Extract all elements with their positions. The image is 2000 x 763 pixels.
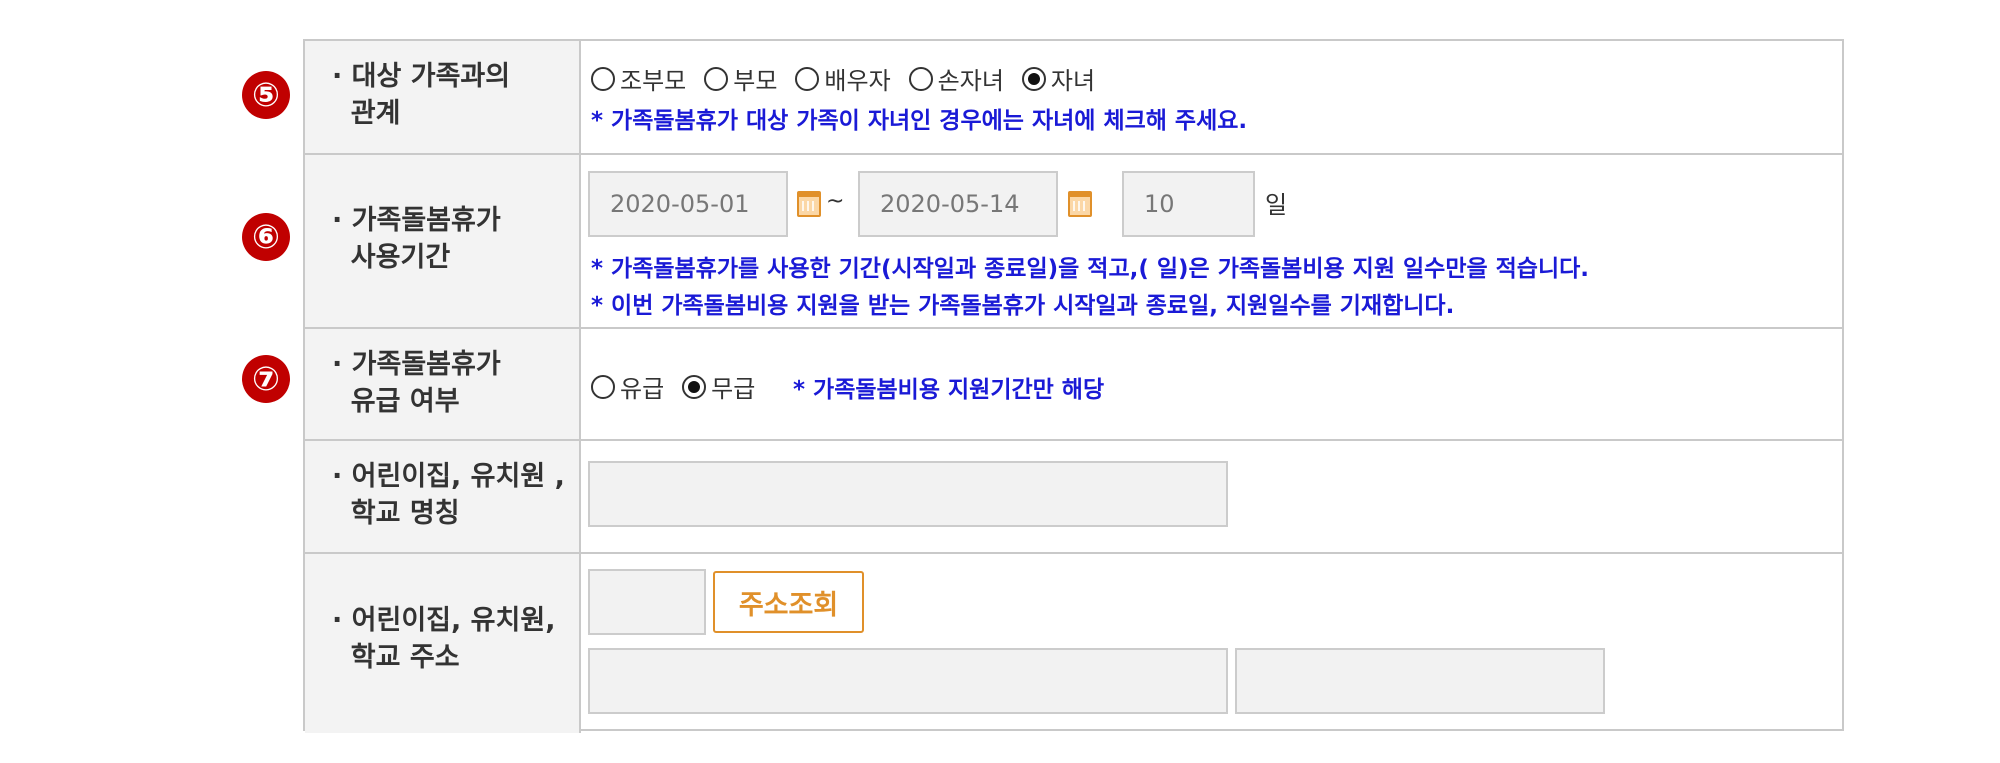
end-date-input[interactable]: 2020-05-14 — [858, 171, 1058, 237]
row-cell-school-name — [581, 441, 1842, 554]
radio-label-children: 자녀 — [1050, 67, 1096, 95]
row-cell-school-address: 주소조회 — [581, 554, 1842, 733]
date-separator: ~ — [826, 189, 845, 214]
days-unit-label: 일 — [1265, 191, 1288, 219]
address-line1-input[interactable] — [588, 648, 1228, 714]
row-cell-period: 2020-05-01 ~ 2020-05-14 10 일 * 가족돌봄휴가를 사… — [581, 155, 1842, 329]
radio-paid[interactable]: 유급 — [591, 369, 664, 404]
radio-spouse[interactable]: 배우자 — [795, 61, 891, 96]
school-address-label: · 어린이집, 유치원, 학교 주소 — [332, 605, 556, 673]
radio-label-parents: 부모 — [733, 67, 778, 95]
radio-circle-children-selected — [1021, 66, 1046, 91]
radio-circle-grandparents — [591, 66, 615, 91]
row-paid: · 가족돌봄휴가 유급 여부 유급 무급 * 가족돌봄비용 지원기간만 해당 — [305, 327, 1842, 441]
period-label: · 가족돌봄휴가 사용기간 — [332, 205, 501, 273]
radio-label-grandparents: 조부모 — [620, 67, 687, 95]
address-line2-input[interactable] — [1235, 648, 1605, 714]
radio-label-grandchildren: 손자녀 — [937, 67, 1004, 95]
marker-6: ⑥ — [242, 213, 290, 261]
period-note-1: * 가족돌봄휴가를 사용한 기간(시작일과 종료일)을 적고,( 일)은 가족돌… — [591, 256, 1590, 282]
zipcode-input[interactable] — [588, 569, 706, 635]
radio-label-spouse: 배우자 — [824, 67, 891, 95]
paid-radio-group: 유급 무급 — [591, 369, 773, 404]
row-period: · 가족돌봄휴가 사용기간 2020-05-01 ~ 2020-05-14 10… — [305, 153, 1842, 329]
relation-radio-group: 조부모 부모 배우자 손자녀 자녀 — [591, 61, 1113, 96]
row-relation: · 대상 가족과의 관계 조부모 부모 배우자 손자녀 자녀 * 가족돌봄휴가 … — [305, 41, 1842, 153]
application-form-table: · 대상 가족과의 관계 조부모 부모 배우자 손자녀 자녀 * 가족돌봄휴가 … — [303, 39, 1844, 733]
paid-note: * 가족돌봄비용 지원기간만 해당 — [793, 377, 1105, 403]
radio-parents[interactable]: 부모 — [704, 61, 777, 96]
paid-label: · 가족돌봄휴가 유급 여부 — [332, 349, 501, 417]
address-search-button[interactable]: 주소조회 — [713, 571, 864, 633]
row-header-relation: · 대상 가족과의 관계 — [305, 41, 581, 153]
row-header-school-address: · 어린이집, 유치원, 학교 주소 — [305, 554, 581, 733]
radio-circle-unpaid-selected — [682, 374, 707, 399]
marker-7: ⑦ — [242, 355, 290, 403]
days-input[interactable]: 10 — [1122, 171, 1255, 237]
radio-label-paid: 유급 — [620, 375, 665, 403]
radio-label-unpaid: 무급 — [711, 375, 756, 403]
radio-circle-grandchildren — [908, 66, 933, 91]
school-name-input[interactable] — [588, 461, 1228, 527]
radio-children[interactable]: 자녀 — [1021, 61, 1096, 96]
radio-circle-paid — [591, 374, 615, 399]
radio-circle-spouse — [795, 66, 820, 91]
row-header-school-name: · 어린이집, 유치원 , 학교 명칭 — [305, 441, 581, 554]
marker-5: ⑤ — [242, 71, 290, 119]
row-school-address: · 어린이집, 유치원, 학교 주소 주소조회 — [305, 552, 1842, 733]
row-school-name: · 어린이집, 유치원 , 학교 명칭 — [305, 439, 1842, 554]
row-header-paid: · 가족돌봄휴가 유급 여부 — [305, 329, 581, 441]
start-date-input[interactable]: 2020-05-01 — [588, 171, 788, 237]
period-note-2: * 이번 가족돌봄비용 지원을 받는 가족돌봄휴가 시작일과 종료일, 지원일수… — [591, 293, 1455, 319]
relation-label: · 대상 가족과의 관계 — [332, 61, 511, 129]
row-cell-relation: 조부모 부모 배우자 손자녀 자녀 * 가족돌봄휴가 대상 가족이 자녀인 경우… — [581, 41, 1842, 153]
radio-unpaid[interactable]: 무급 — [682, 369, 755, 404]
calendar-icon[interactable] — [1068, 191, 1092, 217]
radio-grandparents[interactable]: 조부모 — [591, 61, 686, 96]
calendar-icon[interactable] — [797, 191, 821, 217]
radio-circle-parents — [704, 66, 729, 91]
relation-note: * 가족돌봄휴가 대상 가족이 자녀인 경우에는 자녀에 체크해 주세요. — [591, 108, 1248, 134]
radio-grandchildren[interactable]: 손자녀 — [908, 61, 1004, 96]
row-header-period: · 가족돌봄휴가 사용기간 — [305, 155, 581, 329]
row-cell-paid: 유급 무급 * 가족돌봄비용 지원기간만 해당 — [581, 329, 1842, 441]
school-name-label: · 어린이집, 유치원 , 학교 명칭 — [332, 461, 565, 529]
